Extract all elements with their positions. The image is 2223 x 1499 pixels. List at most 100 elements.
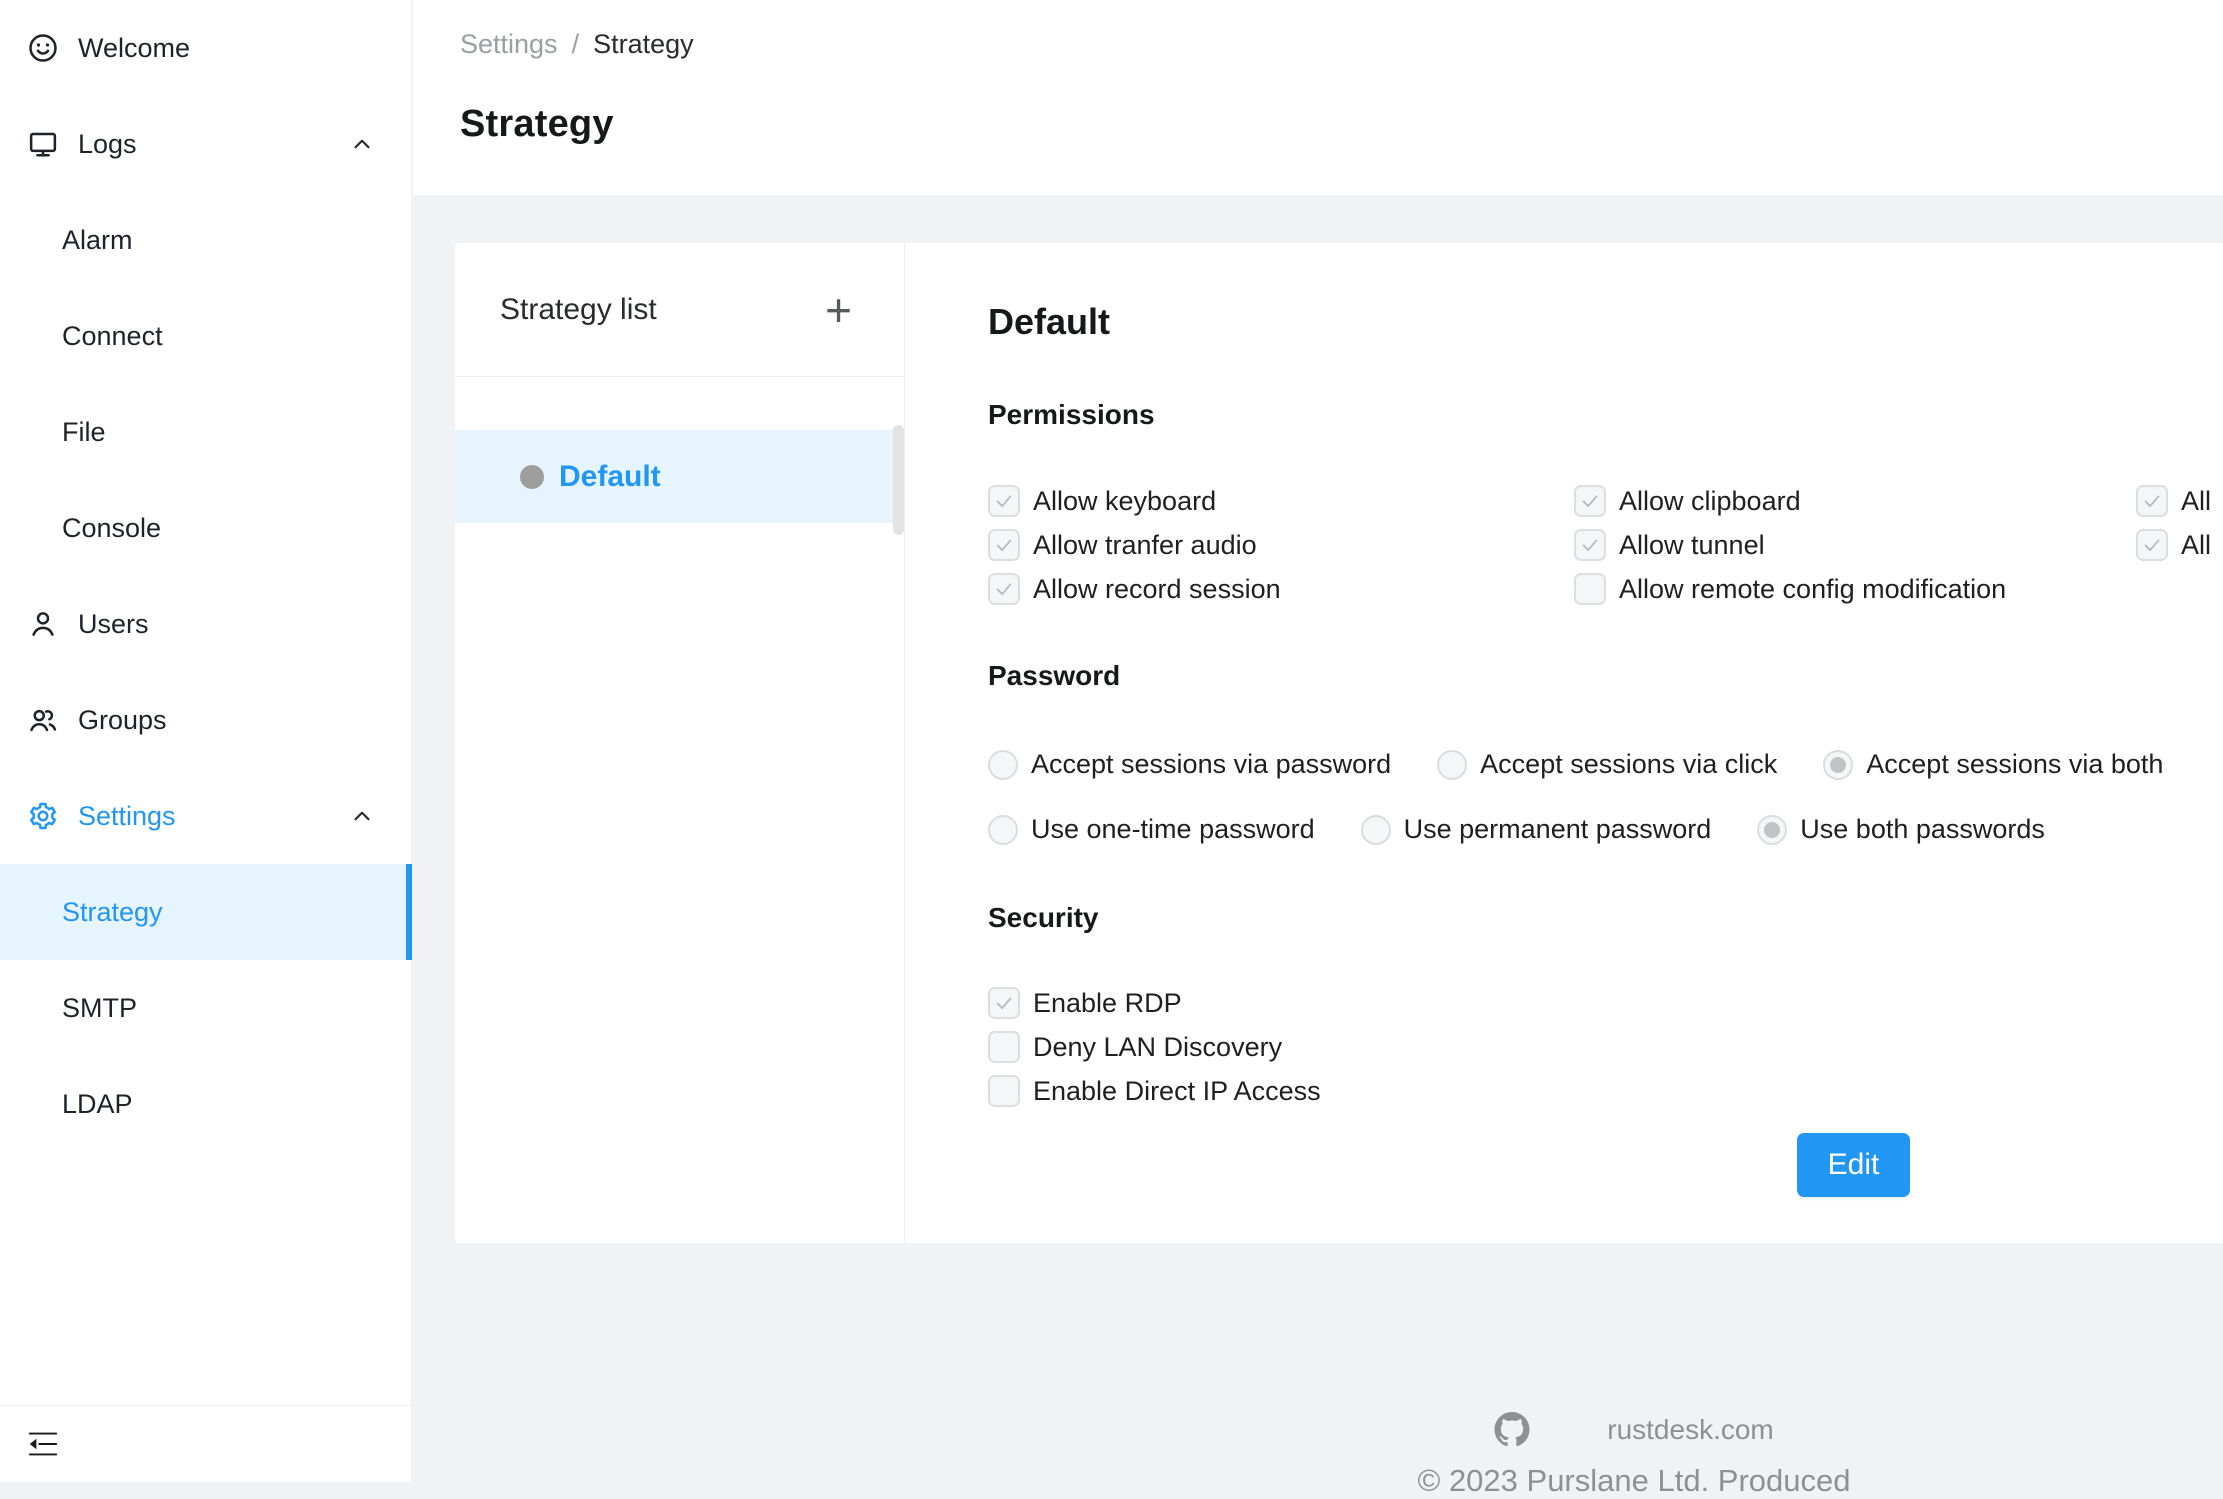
radio-circle bbox=[1361, 815, 1391, 845]
checkbox-box bbox=[988, 1031, 1020, 1063]
radio-accept-via-password[interactable]: Accept sessions via password bbox=[988, 749, 1391, 780]
strategy-name: Default bbox=[559, 460, 661, 494]
gear-icon bbox=[28, 801, 78, 831]
password-heading: Password bbox=[988, 657, 2223, 695]
sidebar-item-label: Welcome bbox=[78, 33, 190, 64]
sidebar-item-label: LDAP bbox=[62, 1089, 133, 1120]
collapse-sidebar-button[interactable] bbox=[26, 1428, 60, 1460]
radio-circle bbox=[988, 750, 1018, 780]
sidebar-nav: Welcome Logs Alarm Connect File Console bbox=[0, 0, 411, 1152]
github-icon[interactable] bbox=[1494, 1412, 1529, 1447]
sidebar-item-settings[interactable]: Settings bbox=[0, 768, 411, 864]
checkbox-box bbox=[2136, 529, 2168, 561]
sidebar-item-console[interactable]: Console bbox=[0, 480, 411, 576]
checkbox-deny-lan-discovery[interactable]: Deny LAN Discovery bbox=[988, 1031, 1282, 1063]
checkbox-box bbox=[988, 1075, 1020, 1107]
monitor-icon bbox=[28, 129, 78, 159]
footer-links: rustdesk.com bbox=[1494, 1412, 1774, 1447]
sidebar-item-label: Connect bbox=[62, 321, 163, 352]
breadcrumb-settings[interactable]: Settings bbox=[460, 28, 558, 60]
page-header: Settings / Strategy Strategy bbox=[413, 0, 2223, 195]
strategy-list-item-default[interactable]: Default bbox=[455, 430, 904, 523]
checkbox-box bbox=[988, 529, 1020, 561]
strategy-list-panel: Strategy list + Default bbox=[455, 243, 905, 1243]
checkbox-allow-tranfer-audio[interactable]: Allow tranfer audio bbox=[988, 529, 1574, 561]
sidebar-item-users[interactable]: Users bbox=[0, 576, 411, 672]
checkbox-allow-remote-config[interactable]: Allow remote config modification bbox=[1574, 573, 2136, 605]
sidebar-item-label: Strategy bbox=[62, 897, 163, 928]
sidebar-item-label: Groups bbox=[78, 705, 167, 736]
password-accept-options: Accept sessions via password Accept sess… bbox=[988, 749, 2223, 780]
security-heading: Security bbox=[988, 899, 2223, 937]
strategy-detail-panel: Default Permissions Allow keyboard Allow… bbox=[905, 243, 2223, 1243]
checkbox-box bbox=[1574, 573, 1606, 605]
checkbox-enable-direct-ip[interactable]: Enable Direct IP Access bbox=[988, 1075, 1321, 1107]
checkbox-box bbox=[988, 573, 1020, 605]
sidebar-item-groups[interactable]: Groups bbox=[0, 672, 411, 768]
checkbox-allow-keyboard[interactable]: Allow keyboard bbox=[988, 485, 1574, 517]
radio-circle bbox=[1823, 750, 1853, 780]
radio-permanent-password[interactable]: Use permanent password bbox=[1361, 814, 1712, 845]
sidebar-item-file[interactable]: File bbox=[0, 384, 411, 480]
radio-one-time-password[interactable]: Use one-time password bbox=[988, 814, 1315, 845]
footer-link-rustdesk[interactable]: rustdesk.com bbox=[1607, 1413, 1774, 1447]
checkbox-box bbox=[1574, 485, 1606, 517]
checkbox-allow-record-session[interactable]: Allow record session bbox=[988, 573, 1574, 605]
sidebar-item-devices[interactable]: Logs bbox=[0, 96, 411, 192]
sidebar-item-label: Alarm bbox=[62, 225, 133, 256]
radio-accept-via-both[interactable]: Accept sessions via both bbox=[1823, 749, 2163, 780]
sidebar-item-label: Users bbox=[78, 609, 149, 640]
user-icon bbox=[28, 609, 78, 639]
add-strategy-button[interactable]: + bbox=[825, 295, 852, 325]
radio-circle bbox=[988, 815, 1018, 845]
strategy-status-dot bbox=[520, 465, 544, 489]
permissions-heading: Permissions bbox=[988, 396, 2223, 434]
sidebar-item-alarm[interactable]: Alarm bbox=[0, 192, 411, 288]
sidebar-item-connect[interactable]: Connect bbox=[0, 288, 411, 384]
sidebar-item-label: Settings bbox=[78, 801, 176, 832]
footer-copyright: © 2023 Purslane Ltd. Produced bbox=[1417, 1463, 1850, 1499]
sidebar-item-welcome[interactable]: Welcome bbox=[0, 0, 411, 96]
radio-accept-via-click[interactable]: Accept sessions via click bbox=[1437, 749, 1777, 780]
checkbox-enable-rdp[interactable]: Enable RDP bbox=[988, 987, 1182, 1019]
radio-circle bbox=[1757, 815, 1787, 845]
breadcrumb-current: Strategy bbox=[593, 28, 694, 60]
group-icon bbox=[28, 705, 78, 735]
smiley-icon bbox=[28, 33, 78, 63]
chevron-up-icon bbox=[349, 131, 375, 157]
permissions-grid: Allow keyboard Allow clipboard All Allow… bbox=[988, 479, 2223, 611]
breadcrumb-separator: / bbox=[572, 28, 580, 60]
sidebar-footer bbox=[0, 1405, 411, 1482]
sidebar-item-ldap[interactable]: LDAP bbox=[0, 1056, 411, 1152]
main-content: Settings / Strategy Strategy Strategy li… bbox=[413, 0, 2223, 1482]
checkbox-allow-clipped-2[interactable]: All bbox=[2136, 529, 2223, 561]
strategy-list-title: Strategy list bbox=[500, 293, 657, 327]
checkbox-box bbox=[1574, 529, 1606, 561]
sidebar-item-label: File bbox=[62, 417, 106, 448]
sidebar-item-label: Console bbox=[62, 513, 161, 544]
checkbox-box bbox=[988, 987, 1020, 1019]
checkbox-allow-clipboard[interactable]: Allow clipboard bbox=[1574, 485, 2136, 517]
radio-circle bbox=[1437, 750, 1467, 780]
sidebar-item-strategy[interactable]: Strategy bbox=[0, 864, 411, 960]
list-scrollbar[interactable] bbox=[893, 425, 904, 535]
checkbox-allow-clipped-1[interactable]: All bbox=[2136, 485, 2223, 517]
page-title: Strategy bbox=[460, 100, 2223, 148]
chevron-up-icon bbox=[349, 803, 375, 829]
sidebar-item-label: Logs bbox=[78, 129, 137, 160]
checkbox-allow-tunnel[interactable]: Allow tunnel bbox=[1574, 529, 2136, 561]
strategy-detail-title: Default bbox=[988, 300, 2223, 344]
footer: rustdesk.com © 2023 Purslane Ltd. Produc… bbox=[1417, 1412, 1850, 1499]
sidebar: Welcome Logs Alarm Connect File Console bbox=[0, 0, 412, 1482]
password-type-options: Use one-time password Use permanent pass… bbox=[988, 814, 2223, 845]
sidebar-item-smtp[interactable]: SMTP bbox=[0, 960, 411, 1056]
sidebar-item-label: SMTP bbox=[62, 993, 137, 1024]
strategy-card: Strategy list + Default Default Permissi… bbox=[455, 243, 2223, 1243]
security-grid: Enable RDP Deny LAN Discovery Enable Dir… bbox=[988, 981, 2223, 1113]
radio-both-passwords[interactable]: Use both passwords bbox=[1757, 814, 2045, 845]
edit-button[interactable]: Edit bbox=[1797, 1133, 1910, 1197]
strategy-list-header: Strategy list + bbox=[455, 243, 904, 377]
checkbox-box bbox=[988, 485, 1020, 517]
breadcrumb: Settings / Strategy bbox=[460, 28, 2223, 60]
checkbox-box bbox=[2136, 485, 2168, 517]
